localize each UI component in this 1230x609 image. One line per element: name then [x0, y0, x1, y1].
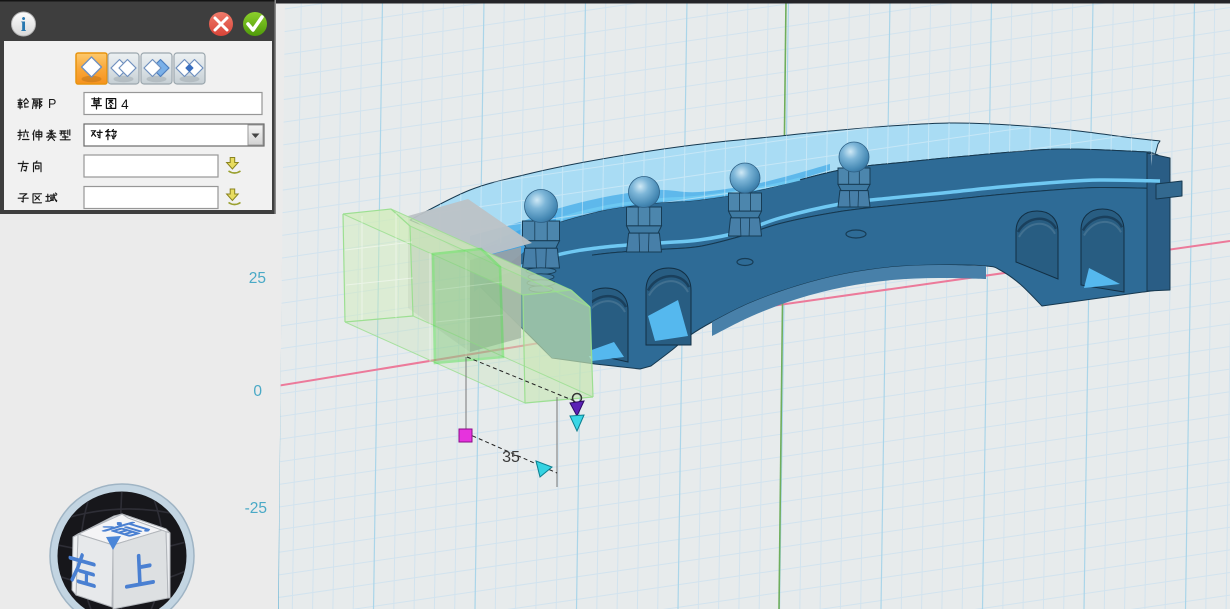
svg-text:25: 25: [249, 270, 266, 287]
svg-text:-25: -25: [245, 500, 267, 517]
svg-text:P: P: [48, 97, 56, 111]
svg-text:35: 35: [502, 449, 520, 466]
svg-text:0: 0: [253, 383, 262, 400]
svg-text:i: i: [21, 14, 27, 36]
svg-text:4: 4: [121, 97, 129, 112]
